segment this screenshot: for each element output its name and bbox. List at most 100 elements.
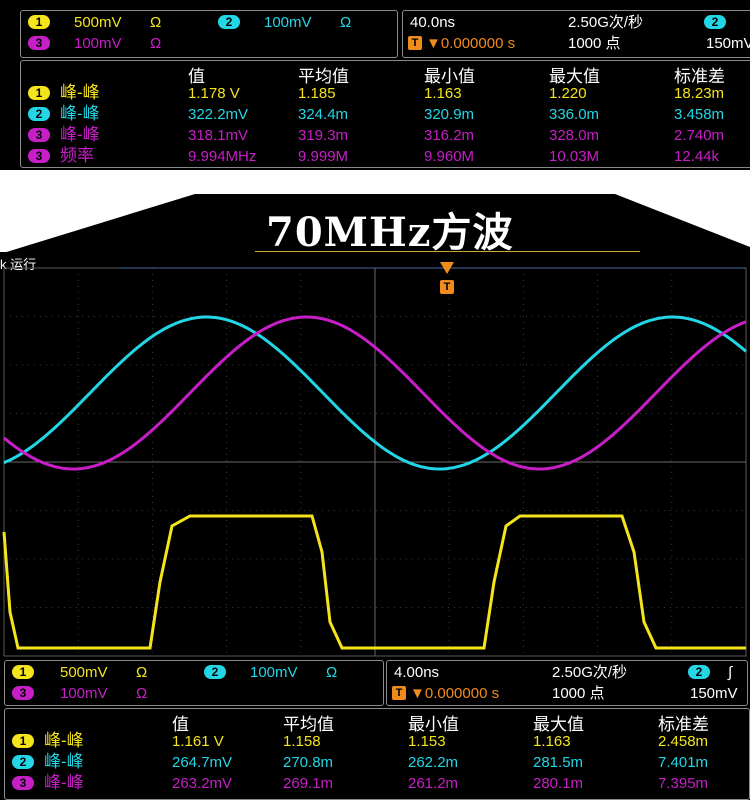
bottom-ch1-badge[interactable]: 1 bbox=[12, 665, 34, 679]
top-row4-max: 10.03M bbox=[549, 148, 600, 165]
bottom-trigger-slope-icon: ∫ bbox=[728, 664, 733, 681]
bottom-row1-mean: 1.158 bbox=[283, 733, 321, 750]
bottom-row3-std: 7.395m bbox=[658, 775, 709, 792]
bottom-row2-badge: 2 bbox=[12, 755, 34, 769]
top-row1-min: 1.163 bbox=[424, 85, 462, 102]
top-row3-min: 316.2m bbox=[424, 127, 475, 144]
top-row3-mean: 319.3m bbox=[298, 127, 349, 144]
top-row1-value: 1.178 V bbox=[188, 85, 240, 102]
top-row2-badge: 2 bbox=[28, 107, 50, 121]
top-ch1-badge[interactable]: 1 bbox=[28, 15, 50, 29]
bottom-trigger-icon: T bbox=[392, 686, 406, 700]
bottom-row2-std: 7.401m bbox=[658, 754, 709, 771]
top-header-std: 标准差 bbox=[674, 67, 725, 86]
top-ch3-scale[interactable]: 100mV bbox=[74, 35, 122, 52]
top-ch1-scale[interactable]: 500mV bbox=[74, 14, 122, 31]
bottom-row2-name: 峰-峰 bbox=[44, 752, 84, 771]
bottom-timebase[interactable]: 4.00ns bbox=[394, 664, 439, 681]
top-row1-max: 1.220 bbox=[549, 85, 587, 102]
bottom-header-max: 最大值 bbox=[533, 715, 584, 734]
bottom-ch3-badge[interactable]: 3 bbox=[12, 686, 34, 700]
bottom-row1-badge: 1 bbox=[12, 734, 34, 748]
bottom-row2-value: 264.7mV bbox=[172, 754, 233, 771]
top-trigger-offset[interactable]: ▼0.000000 s bbox=[426, 35, 515, 52]
bottom-ch2-scale[interactable]: 100mV bbox=[250, 664, 298, 681]
bottom-row3-badge: 3 bbox=[12, 776, 34, 790]
top-row3-badge: 3 bbox=[28, 128, 50, 142]
top-row1-name: 峰-峰 bbox=[60, 83, 100, 102]
waveform-area bbox=[2, 315, 747, 650]
bottom-ch1-impedance: Ω bbox=[136, 664, 148, 681]
bottom-ch1-scale[interactable]: 500mV bbox=[60, 664, 108, 681]
bottom-row1-max: 1.163 bbox=[533, 733, 571, 750]
top-sample-rate: 2.50G次/秒 bbox=[568, 14, 644, 31]
bottom-trigger-channel-badge[interactable]: 2 bbox=[688, 665, 710, 679]
top-row4-mean: 9.999M bbox=[298, 148, 349, 165]
bottom-header-value: 值 bbox=[172, 715, 189, 734]
top-header-min: 最小值 bbox=[424, 67, 475, 86]
top-ch2-impedance: Ω bbox=[340, 14, 352, 31]
top-trigger-level[interactable]: 150mV bbox=[706, 35, 750, 52]
bottom-ch3-scale[interactable]: 100mV bbox=[60, 685, 108, 702]
bottom-row1-value: 1.161 V bbox=[172, 733, 224, 750]
ch2-waveform bbox=[3, 315, 747, 471]
trigger-position-marker[interactable]: T bbox=[440, 280, 454, 294]
bottom-sample-rate: 2.50G次/秒 bbox=[552, 664, 628, 681]
bottom-row3-min: 261.2m bbox=[408, 775, 459, 792]
top-row3-value: 318.1mV bbox=[188, 127, 249, 144]
ch1-waveform bbox=[2, 514, 746, 650]
top-row3-name: 峰-峰 bbox=[60, 125, 100, 144]
bottom-header-mean: 平均值 bbox=[283, 715, 334, 734]
ch3-waveform bbox=[3, 315, 747, 471]
bottom-row1-min: 1.153 bbox=[408, 733, 446, 750]
top-row4-std: 12.44k bbox=[674, 148, 720, 165]
top-row2-max: 336.0m bbox=[549, 106, 600, 123]
top-row3-std: 2.740m bbox=[674, 127, 725, 144]
bottom-row2-mean: 270.8m bbox=[283, 754, 334, 771]
bottom-row3-value: 263.2mV bbox=[172, 775, 233, 792]
top-row1-std: 18.23m bbox=[674, 85, 725, 102]
top-header-max: 最大值 bbox=[549, 67, 600, 86]
top-header-value: 值 bbox=[188, 67, 205, 86]
top-row4-min: 9.960M bbox=[424, 148, 475, 165]
top-row2-mean: 324.4m bbox=[298, 106, 349, 123]
top-ch1-impedance: Ω bbox=[150, 14, 162, 31]
bottom-row2-max: 281.5m bbox=[533, 754, 584, 771]
top-row1-mean: 1.185 bbox=[298, 85, 336, 102]
bottom-row2-min: 262.2m bbox=[408, 754, 459, 771]
top-scope-panel: 1 500mV Ω 2 100mV Ω 3 100mV Ω 40.0ns 2.5… bbox=[0, 0, 750, 170]
top-row2-std: 3.458m bbox=[674, 106, 725, 123]
top-row4-name: 频率 bbox=[60, 146, 94, 165]
top-ch3-impedance: Ω bbox=[150, 35, 162, 52]
bottom-scope-panel: 1 500mV Ω 2 100mV Ω 3 100mV Ω 4.00ns 2.5… bbox=[0, 658, 750, 800]
bottom-row3-mean: 269.1m bbox=[283, 775, 334, 792]
top-row2-name: 峰-峰 bbox=[60, 104, 100, 123]
top-header-mean: 平均值 bbox=[298, 67, 349, 86]
top-row3-max: 328.0m bbox=[549, 127, 600, 144]
top-row2-value: 322.2mV bbox=[188, 106, 249, 123]
banner-title: 70MHz方波 bbox=[266, 209, 514, 256]
top-trigger-channel-badge[interactable]: 2 bbox=[704, 15, 726, 29]
top-trigger-icon: T bbox=[408, 36, 422, 50]
bottom-row3-name: 峰-峰 bbox=[44, 773, 84, 792]
bottom-row1-std: 2.458m bbox=[658, 733, 709, 750]
top-ch2-badge[interactable]: 2 bbox=[218, 15, 240, 29]
top-points: 1000 点 bbox=[568, 35, 621, 52]
bottom-measurement-box bbox=[4, 708, 750, 800]
scope-display: k 运行 T bbox=[0, 252, 750, 658]
bottom-ch3-impedance: Ω bbox=[136, 685, 148, 702]
bottom-ch2-impedance: Ω bbox=[326, 664, 338, 681]
bottom-ch2-badge[interactable]: 2 bbox=[204, 665, 226, 679]
top-measurement-box bbox=[20, 60, 750, 168]
bottom-points: 1000 点 bbox=[552, 685, 605, 702]
bottom-row3-max: 280.1m bbox=[533, 775, 584, 792]
bottom-trigger-offset[interactable]: ▼0.000000 s bbox=[410, 685, 499, 702]
bottom-header-std: 标准差 bbox=[658, 715, 709, 734]
top-ch3-badge[interactable]: 3 bbox=[28, 36, 50, 50]
bottom-trigger-level[interactable]: 150mV bbox=[690, 685, 738, 702]
trigger-arrow-icon bbox=[440, 262, 454, 274]
top-row4-value: 9.994MHz bbox=[188, 148, 257, 165]
top-row1-badge: 1 bbox=[28, 86, 50, 100]
top-ch2-scale[interactable]: 100mV bbox=[264, 14, 312, 31]
top-timebase[interactable]: 40.0ns bbox=[410, 14, 455, 31]
